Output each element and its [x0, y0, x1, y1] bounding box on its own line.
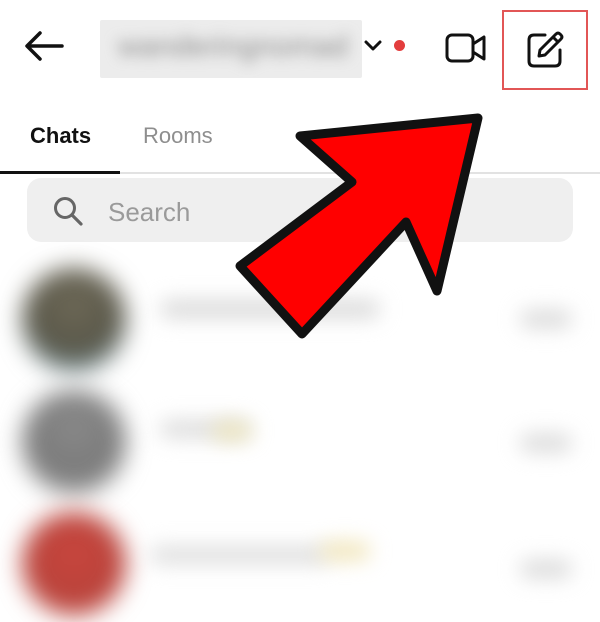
conversation-tag-placeholder — [320, 542, 370, 560]
avatar — [22, 512, 126, 616]
conversation-time-placeholder — [520, 560, 572, 578]
account-username[interactable]: wanderingnomad — [100, 20, 362, 78]
back-arrow-icon — [25, 31, 64, 61]
username-text: wanderingnomad — [118, 30, 349, 63]
chevron-down-icon — [364, 40, 382, 51]
avatar — [22, 390, 126, 494]
notification-dot — [394, 40, 405, 51]
tab-chats[interactable]: Chats — [30, 116, 91, 156]
edit-compose-icon — [527, 31, 564, 68]
pointer-arrow-annotation — [235, 113, 483, 339]
conversation-time-placeholder — [520, 434, 572, 452]
video-camera-icon — [445, 33, 486, 63]
avatar — [22, 268, 126, 372]
video-call-button[interactable] — [440, 22, 492, 74]
chat-list-item[interactable] — [0, 382, 600, 502]
active-tab-indicator — [0, 171, 120, 174]
conversation-tag-placeholder — [212, 422, 252, 440]
conversation-name-placeholder — [150, 546, 330, 564]
search-icon — [54, 197, 83, 226]
tab-rooms[interactable]: Rooms — [143, 116, 213, 156]
conversation-time-placeholder — [520, 310, 572, 328]
back-button[interactable] — [14, 18, 74, 74]
chat-list-item[interactable] — [0, 502, 600, 622]
compose-button[interactable] — [514, 20, 576, 80]
account-switcher-button[interactable] — [360, 34, 386, 58]
